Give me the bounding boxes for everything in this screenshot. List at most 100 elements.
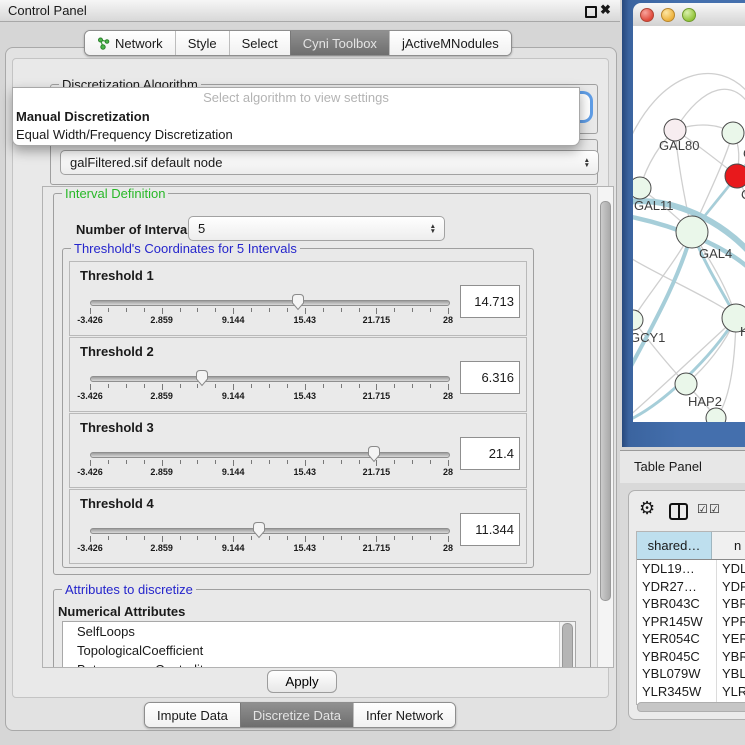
- tick-label: 15.43: [294, 467, 317, 477]
- tab-network[interactable]: Network: [85, 31, 175, 55]
- number-of-intervals-combobox[interactable]: 5 ▲▼: [188, 216, 445, 241]
- tab-discretize-data[interactable]: Discretize Data: [240, 703, 353, 727]
- cell-name[interactable]: YDR2: [717, 578, 745, 596]
- tab-select[interactable]: Select: [229, 31, 290, 55]
- attribute-item[interactable]: BetweennessCentrality: [63, 660, 575, 668]
- algorithm-dropdown-popup: Select algorithm to view settings Manual…: [12, 87, 580, 146]
- close-traffic-light-icon[interactable]: [640, 8, 654, 22]
- threshold-value-field[interactable]: 14.713: [460, 285, 520, 318]
- close-icon[interactable]: ✖: [600, 2, 611, 18]
- table-data-combobox[interactable]: galFiltered.sif default node ▲▼: [60, 150, 599, 175]
- attribute-item[interactable]: SelfLoops: [63, 622, 575, 641]
- checkbox-icon[interactable]: ☑: [697, 502, 708, 516]
- table-row[interactable]: YDR27…YDR2: [637, 578, 745, 596]
- cell-shared-name[interactable]: YLR345W: [637, 683, 717, 701]
- apply-button[interactable]: Apply: [267, 670, 337, 693]
- checkbox-icon[interactable]: ☑: [709, 502, 720, 516]
- cell-shared-name[interactable]: YDL19…: [637, 560, 717, 578]
- zoom-traffic-light-icon[interactable]: [682, 8, 696, 22]
- cell-shared-name[interactable]: YPR145W: [637, 613, 717, 631]
- attributes-group: Attributes to discretize Numerical Attri…: [53, 589, 591, 668]
- threshold-slider[interactable]: [90, 376, 450, 382]
- settings-scrollbar-thumb[interactable]: [600, 201, 611, 601]
- table-row[interactable]: YBR045CYBR0: [637, 648, 745, 666]
- numerical-attributes-label: Numerical Attributes: [58, 604, 185, 619]
- tab-infer-network[interactable]: Infer Network: [353, 703, 455, 727]
- tick-label: -3.426: [77, 543, 103, 553]
- threshold-panel: Threshold 4 -3.4262.8599.14415.4321.7152…: [69, 489, 527, 564]
- attributes-scrollbar-thumb[interactable]: [562, 623, 573, 668]
- cell-name[interactable]: YBR0: [717, 595, 745, 613]
- cell-shared-name[interactable]: YBL079W: [637, 665, 717, 683]
- network-canvas[interactable]: GAL80GCGAL11GAL4GCY1HHAP2: [633, 26, 745, 422]
- cell-name[interactable]: YDL1: [717, 560, 745, 578]
- network-node[interactable]: [676, 216, 708, 248]
- table-row[interactable]: YLR345WYLR3: [637, 683, 745, 701]
- network-node[interactable]: [675, 373, 697, 395]
- cell-name[interactable]: YBL0: [717, 665, 745, 683]
- dropdown-option-manual[interactable]: Manual Discretization: [13, 107, 579, 125]
- gear-icon[interactable]: ⚙: [639, 498, 655, 519]
- network-node[interactable]: [633, 310, 643, 330]
- threshold-slider[interactable]: [90, 528, 450, 534]
- tab-impute-data-label: Impute Data: [157, 708, 228, 723]
- network-node-label: C: [741, 187, 745, 202]
- attribute-item[interactable]: TopologicalCoefficient: [63, 641, 575, 660]
- minimize-traffic-light-icon[interactable]: [661, 8, 675, 22]
- tab-style[interactable]: Style: [175, 31, 229, 55]
- tab-cyni-toolbox-label: Cyni Toolbox: [303, 36, 377, 51]
- table-row[interactable]: YER054CYER0: [637, 630, 745, 648]
- cell-shared-name[interactable]: YER054C: [637, 630, 717, 648]
- threshold-slider[interactable]: [90, 300, 450, 306]
- tick-label: 15.43: [294, 391, 317, 401]
- table-horizontal-scrollbar-thumb[interactable]: [637, 702, 745, 712]
- threshold-value-field[interactable]: 21.4: [460, 437, 520, 470]
- float-window-icon[interactable]: [585, 6, 597, 18]
- network-node[interactable]: [633, 177, 651, 199]
- tick-label: 2.859: [150, 391, 173, 401]
- interval-definition-title: Interval Definition: [62, 186, 168, 201]
- network-node-label: GAL4: [699, 246, 732, 261]
- table-horizontal-scrollbar[interactable]: [636, 702, 745, 711]
- dropdown-option-equal-width[interactable]: Equal Width/Frequency Discretization: [13, 125, 579, 143]
- table-row[interactable]: YBL079WYBL0: [637, 665, 745, 683]
- tab-jactivemnodules[interactable]: jActiveMNodules: [389, 31, 511, 55]
- cell-name[interactable]: YBR0: [717, 648, 745, 666]
- slider-tick-labels: -3.4262.8599.14415.4321.71528: [90, 467, 448, 478]
- interval-definition-group: Interval Definition Number of Intervals …: [53, 193, 591, 575]
- cell-name[interactable]: YER0: [717, 630, 745, 648]
- cell-name[interactable]: YPR1: [717, 613, 745, 631]
- attributes-scrollbar[interactable]: [559, 622, 575, 668]
- network-node-label: HAP2: [688, 394, 722, 409]
- columns-icon[interactable]: [669, 503, 688, 520]
- tab-network-label: Network: [115, 36, 163, 51]
- tab-impute-data[interactable]: Impute Data: [145, 703, 240, 727]
- tick-label: -3.426: [77, 391, 103, 401]
- control-panel-titlebar: Control Panel ✖: [0, 0, 620, 22]
- combobox-arrows-icon: ▲▼: [584, 158, 590, 168]
- numerical-attributes-list[interactable]: SelfLoopsTopologicalCoefficientBetweenne…: [62, 621, 576, 668]
- network-node-label: GCY1: [633, 330, 665, 345]
- threshold-value-field[interactable]: 11.344: [460, 513, 520, 546]
- screen: Control Panel ✖ Network Style Select Cyn…: [0, 0, 745, 745]
- threshold-slider[interactable]: [90, 452, 450, 458]
- tick-label: -3.426: [77, 315, 103, 325]
- column-header-shared-name[interactable]: shared…: [637, 532, 712, 559]
- network-node[interactable]: [722, 122, 744, 144]
- cell-shared-name[interactable]: YBR045C: [637, 648, 717, 666]
- table-row[interactable]: YDL19…YDL1: [637, 560, 745, 578]
- cell-name[interactable]: YLR3: [717, 683, 745, 701]
- tick-label: 9.144: [222, 391, 245, 401]
- cell-shared-name[interactable]: YBR043C: [637, 595, 717, 613]
- column-header-name[interactable]: n: [712, 532, 745, 559]
- threshold-value-field[interactable]: 6.316: [460, 361, 520, 394]
- tick-label: 28: [443, 467, 453, 477]
- network-node[interactable]: [706, 408, 726, 422]
- dropdown-header: Select algorithm to view settings: [13, 88, 579, 107]
- network-node[interactable]: [725, 164, 745, 188]
- table-row[interactable]: YBR043CYBR0: [637, 595, 745, 613]
- cell-shared-name[interactable]: YDR27…: [637, 578, 717, 596]
- table-row[interactable]: YPR145WYPR1: [637, 613, 745, 631]
- tab-cyni-toolbox[interactable]: Cyni Toolbox: [290, 31, 389, 55]
- settings-scrollbar[interactable]: [597, 187, 613, 667]
